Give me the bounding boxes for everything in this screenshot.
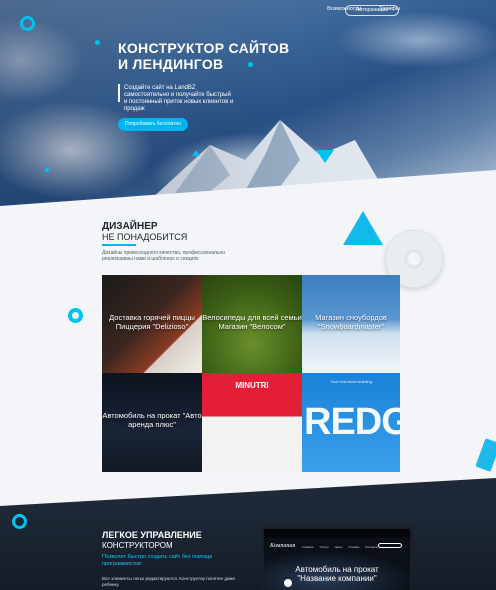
preview-menu: Главная Услуги Цены Отзывы Контакты bbox=[302, 545, 378, 549]
triangle-decoration bbox=[192, 150, 200, 156]
template-title: Доставка горячей пиццы Пиццерия "Delizio… bbox=[109, 313, 195, 331]
login-button[interactable]: Авторизация bbox=[345, 5, 399, 16]
ring-decoration bbox=[68, 308, 83, 323]
preview-headline-line1: Автомобиль на прокат bbox=[295, 565, 379, 574]
ring-decoration bbox=[20, 16, 35, 31]
template-card[interactable]: Доставка горячей пиццы Пиццерия "Delizio… bbox=[102, 275, 202, 373]
management-subtitle: КОНСТРУКТОРОМ bbox=[102, 541, 173, 550]
square-decoration bbox=[475, 438, 496, 472]
hero-title: КОНСТРУКТОР САЙТОВ И ЛЕНДИНГОВ bbox=[118, 40, 318, 72]
designer-accent-bar bbox=[102, 244, 136, 246]
management-description: Все элементы легко редактируются. Констр… bbox=[102, 576, 235, 587]
hero-description: Создайте сайт на LandBZ самостоятельно и… bbox=[124, 85, 234, 112]
management-section bbox=[0, 508, 496, 590]
dot-decoration bbox=[95, 40, 100, 45]
designer-subtitle: НЕ ПОНАДОБИТСЯ bbox=[102, 232, 188, 242]
try-free-button[interactable]: Попробовать бесплатно bbox=[118, 118, 188, 131]
hero-title-line1: КОНСТРУКТОР САЙТОВ bbox=[118, 40, 290, 56]
template-card[interactable]: Автомобиль на прокат "Авто аренда плюс" bbox=[102, 373, 202, 472]
management-title: ЛЕГКОЕ УПРАВЛЕНИЕ bbox=[102, 530, 202, 540]
template-caption: Your best team building bbox=[330, 379, 372, 384]
template-brand: MINUTRI bbox=[235, 381, 269, 390]
preview-button bbox=[378, 543, 402, 548]
template-card[interactable]: Магазин сноубордов "Snowboardmaster" bbox=[302, 275, 400, 373]
preview-menu-item: Цены bbox=[334, 545, 343, 549]
management-accent-text: Позволит быстро создать сайт без помощи … bbox=[102, 554, 213, 567]
hero-accent-bar bbox=[118, 84, 120, 102]
preview-menu-item: Услуги bbox=[319, 545, 329, 549]
template-card[interactable]: Велосипеды для всей семьи Магазин "Велос… bbox=[202, 275, 302, 373]
ring-decoration bbox=[12, 514, 27, 529]
template-title: Велосипеды для всей семьи Магазин "Велос… bbox=[202, 313, 302, 331]
preview-menu-item: Главная bbox=[302, 545, 314, 549]
hero-title-line2: И ЛЕНДИНГОВ bbox=[118, 56, 224, 72]
template-card[interactable]: Your best team building REDG bbox=[302, 373, 400, 472]
template-title: Магазин сноубордов "Snowboardmaster" bbox=[315, 313, 387, 331]
dot-decoration bbox=[248, 62, 253, 67]
preview-toolbar bbox=[264, 529, 410, 538]
preview-menu-item: Отзывы bbox=[348, 545, 360, 549]
dot-decoration bbox=[45, 168, 49, 172]
template-brand: REDG bbox=[304, 401, 400, 443]
triangle-decoration bbox=[316, 150, 334, 163]
template-card[interactable]: MINUTRI bbox=[202, 373, 302, 472]
templates-grid: Доставка горячей пиццы Пиццерия "Delizio… bbox=[102, 275, 400, 472]
designer-description: Дизайны превосходного качества, професси… bbox=[102, 250, 226, 262]
triangle-decoration bbox=[343, 211, 383, 245]
play-icon bbox=[284, 579, 292, 587]
template-title: Автомобиль на прокат "Авто аренда плюс" bbox=[102, 411, 202, 429]
preview-logo: Компания bbox=[270, 543, 296, 549]
builder-preview: Компания Главная Услуги Цены Отзывы Конт… bbox=[262, 527, 412, 590]
preview-menu-item: Контакты bbox=[365, 545, 379, 549]
designer-title: ДИЗАЙНЕР bbox=[102, 221, 158, 232]
